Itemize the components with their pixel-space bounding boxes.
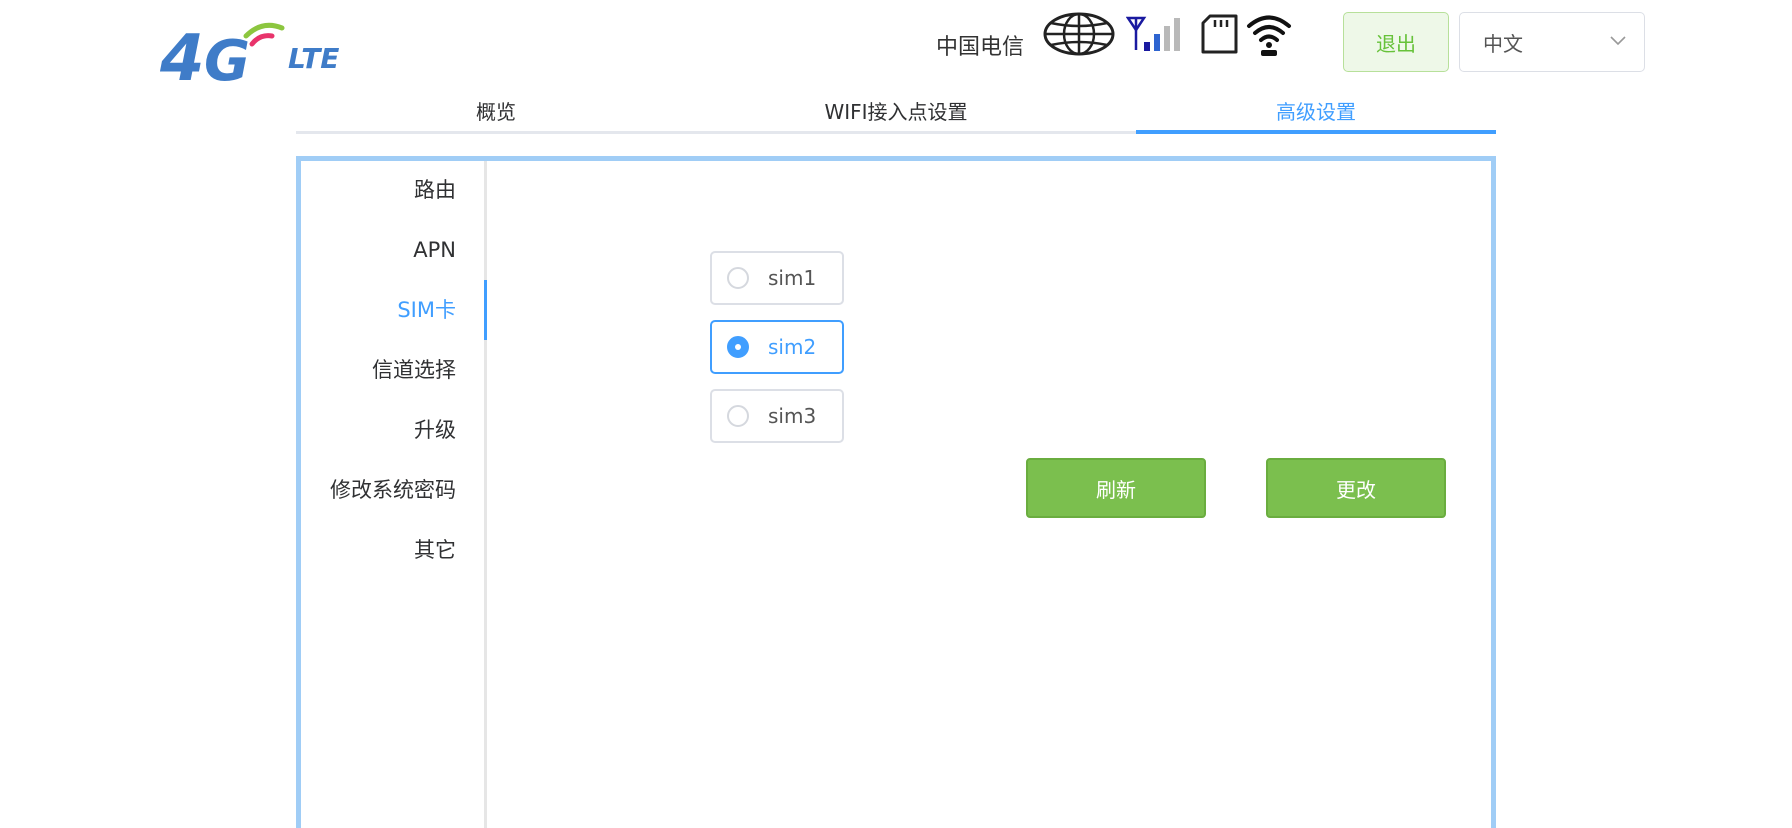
- radio-indicator: [727, 336, 749, 358]
- language-select-value: 中文: [1483, 31, 1523, 56]
- tab-overview[interactable]: 概览: [296, 86, 696, 134]
- sidebar-item-change-password[interactable]: 修改系统密码: [330, 474, 456, 506]
- top-tabs: 概览 WIFI接入点设置 高级设置: [296, 86, 1496, 134]
- logout-button[interactable]: 退出: [1343, 12, 1449, 72]
- globe-icon: [1043, 12, 1115, 56]
- language-select[interactable]: 中文: [1459, 12, 1645, 72]
- radio-indicator: [727, 267, 749, 289]
- sim3-label: sim3: [768, 404, 817, 428]
- sidebar-item-upgrade[interactable]: 升级: [414, 414, 456, 446]
- svg-text:4: 4: [160, 22, 205, 84]
- sim1-label: sim1: [768, 266, 817, 290]
- sidebar-item-other[interactable]: 其它: [414, 534, 456, 566]
- sidebar-item-apn[interactable]: APN: [413, 234, 456, 266]
- sidebar-divider: [484, 161, 487, 828]
- sidebar-active-indicator: [484, 280, 487, 340]
- sidebar-item-channel-select[interactable]: 信道选择: [372, 354, 456, 386]
- signal-icon: [1125, 16, 1186, 54]
- active-tab-indicator: [1136, 130, 1496, 134]
- change-button[interactable]: 更改: [1266, 458, 1446, 518]
- sim2-radio[interactable]: sim2: [710, 320, 844, 374]
- svg-text:LTE: LTE: [288, 42, 339, 75]
- carrier-name: 中国电信: [936, 35, 1025, 60]
- sim1-radio[interactable]: sim1: [710, 251, 844, 305]
- logo-4g-lte: 4 G LTE: [159, 14, 390, 96]
- sidebar-item-sim-card[interactable]: SIM卡: [397, 294, 456, 326]
- radio-indicator: [727, 405, 749, 427]
- sd-card-icon: [1200, 14, 1240, 54]
- refresh-button[interactable]: 刷新: [1026, 458, 1206, 518]
- wifi-icon: [1246, 13, 1292, 57]
- tab-advanced-settings[interactable]: 高级设置: [1136, 86, 1496, 134]
- tab-wifi-ap-settings[interactable]: WIFI接入点设置: [696, 86, 1096, 134]
- sidebar-item-route[interactable]: 路由: [414, 174, 456, 206]
- svg-text:G: G: [204, 29, 250, 84]
- chevron-down-icon: [1610, 36, 1626, 46]
- sim3-radio[interactable]: sim3: [710, 389, 844, 443]
- sim2-label: sim2: [768, 335, 817, 359]
